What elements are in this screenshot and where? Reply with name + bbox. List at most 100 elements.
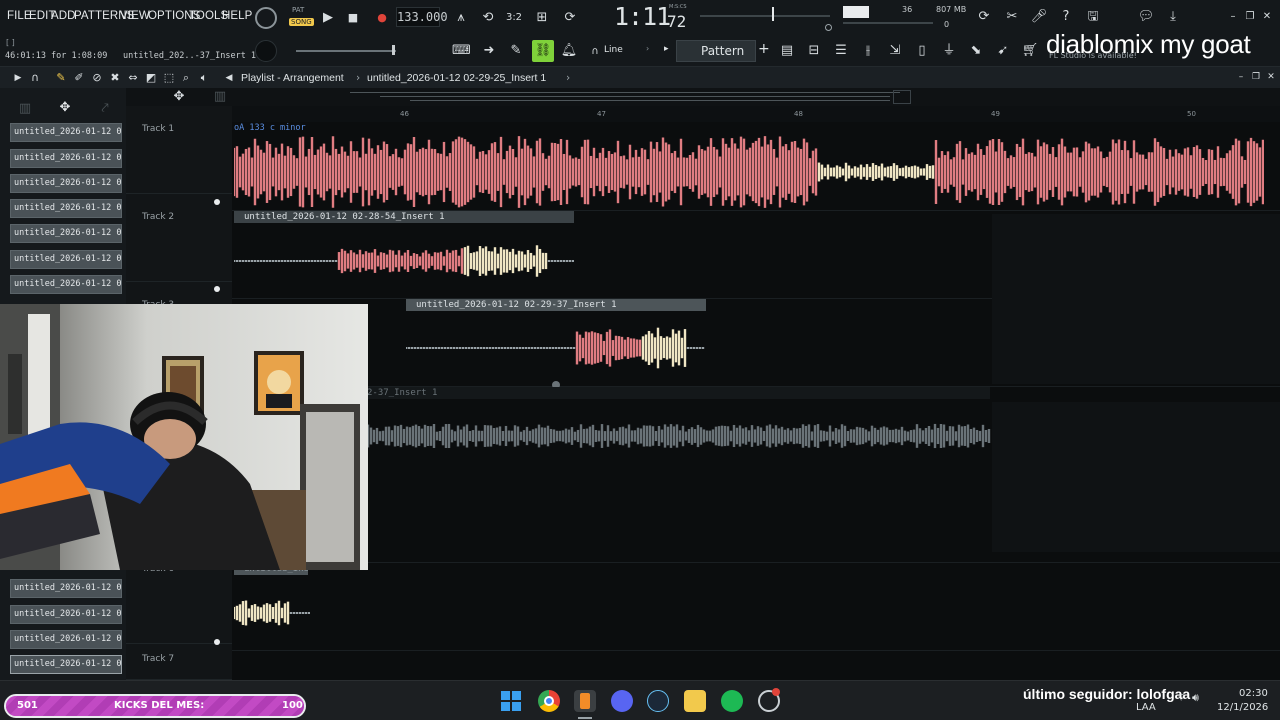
mixer-icon[interactable]: ⫲ (859, 42, 877, 60)
step-edit-icon[interactable]: ⊞ (533, 9, 551, 27)
clip-waveform-track4[interactable] (368, 404, 992, 468)
channel-rack-icon[interactable]: ☰ (832, 42, 850, 60)
help-icon[interactable]: ? (1057, 8, 1075, 26)
clip-title-bar[interactable]: untitled_2026-01-12 02-29-37_Insert 1 (406, 299, 706, 311)
playlist-lanes[interactable]: oA 133 c minor untitled_2026-01-12 02-28… (232, 122, 1280, 680)
spotify-icon[interactable] (721, 690, 743, 712)
tempo-display[interactable]: 133.000 (396, 7, 448, 27)
browser-item[interactable]: untitled_2026-01-12 02-... (10, 149, 122, 168)
delete-tool-icon[interactable]: ⊘ (88, 69, 106, 87)
download-icon[interactable]: ⤓ (1164, 8, 1182, 26)
snap-mode-label[interactable]: Line (604, 45, 623, 55)
pitch-knob[interactable] (825, 24, 832, 31)
stop-icon[interactable]: ■ (344, 9, 362, 27)
wait-for-input-icon[interactable]: ⟲ (479, 9, 497, 27)
clip-waveform-track1[interactable] (234, 134, 1264, 210)
pat-label[interactable]: PAT (292, 6, 304, 14)
playback-tool-icon[interactable]: 🔈︎ (195, 69, 213, 87)
magnet-icon[interactable]: ∩ (586, 43, 604, 61)
browser-item[interactable]: untitled_2026-01-12 02-... (10, 250, 122, 269)
master-volume-slider[interactable] (296, 50, 396, 52)
volume-icon[interactable]: 🔊︎ (1192, 691, 1199, 705)
metronome-icon[interactable]: ⩚ (452, 9, 470, 27)
browser-tab-3-icon[interactable]: ⤤ (96, 100, 114, 118)
menu-add[interactable]: ADD (51, 10, 76, 22)
tray-clock[interactable]: 02:30 (1239, 688, 1268, 699)
stepper-icon[interactable]: ✥ (170, 88, 188, 106)
song-mode-toggle[interactable]: SONG (289, 18, 314, 26)
slip-tool-icon[interactable]: ⇔ (124, 69, 142, 87)
select-tool-icon[interactable]: ⬚ (160, 69, 178, 87)
clip-waveform-track2[interactable] (234, 232, 574, 290)
steam-icon[interactable] (647, 690, 669, 712)
browser-item[interactable]: untitled_2026-01-12 02-... (10, 123, 122, 142)
project-icon[interactable]: ▯ (913, 42, 931, 60)
save-icon[interactable]: 🖫︎ (1084, 8, 1102, 26)
snap-dropdown-icon[interactable]: › (646, 44, 649, 53)
file-explorer-icon[interactable] (684, 690, 706, 712)
piano-roll-window-icon[interactable]: ⊟ (805, 42, 823, 60)
track-header[interactable]: Track 7 (126, 644, 232, 680)
clip-waveform-track3[interactable] (406, 314, 706, 382)
browser-item[interactable]: untitled_2026-01-12 02-... (10, 224, 122, 243)
browser-item[interactable]: untitled_2026-01-12 02-... (10, 605, 122, 624)
browser-icon[interactable]: ⇲ (886, 42, 904, 60)
browser-item[interactable]: untitled_2026-01-12 02-... (10, 655, 122, 674)
play-icon[interactable]: ▶ (319, 9, 337, 27)
browser-item[interactable]: untitled_2026-01-12 02-... (10, 199, 122, 218)
menu-view[interactable]: VIEW (120, 10, 150, 22)
add-pattern-icon[interactable]: + (758, 41, 770, 57)
clip-title-bar[interactable]: 2-37_Insert 1 (357, 387, 990, 399)
pattern-prev-icon[interactable]: ▸ (664, 44, 669, 54)
master-volume-knob[interactable] (255, 7, 277, 29)
menu-file[interactable]: FILE (7, 10, 32, 22)
browser-item[interactable]: untitled_2026-01-12 02-... (10, 275, 122, 294)
plugin-icon[interactable]: ✂ (1003, 8, 1021, 26)
track-header[interactable]: Track 1 (126, 106, 232, 205)
wifi-icon[interactable]: ⌔ (1176, 691, 1186, 705)
tray-date[interactable]: 12/1/2026 (1217, 702, 1268, 713)
paint-tool-icon[interactable]: ✐ (70, 69, 88, 87)
timeline-ruler[interactable]: 46 47 48 49 50 (232, 106, 1280, 122)
touch-controller-icon[interactable]: ⬊ (967, 42, 985, 60)
pattern-selector[interactable]: Pattern 1 (676, 40, 756, 78)
playlist-close-icon[interactable]: ✕ (1262, 68, 1280, 86)
windows-start-icon[interactable] (500, 690, 522, 712)
song-position-slider[interactable] (700, 15, 830, 17)
snap-magnet-icon[interactable]: ∩ (26, 69, 44, 87)
track-header[interactable]: Track 2 (126, 194, 232, 292)
discord-icon[interactable] (611, 690, 633, 712)
channel-icon[interactable]: ▥ (211, 88, 229, 106)
menu-help[interactable]: HELP (222, 10, 252, 22)
zoom-tool-icon[interactable]: ⌕ (177, 69, 195, 87)
slice-tool-icon[interactable]: ◩ (142, 69, 160, 87)
shop-icon[interactable]: 🛒︎ (1021, 42, 1039, 60)
tempo-tapper-icon[interactable]: ➹ (994, 42, 1012, 60)
countdown-icon[interactable]: 3:2 (505, 9, 523, 27)
chrome-icon[interactable] (538, 690, 560, 712)
tempo-marker[interactable]: oA 133 c minor (234, 123, 306, 133)
browser-tab-icon[interactable]: ▥ (16, 100, 34, 118)
browser-item[interactable]: untitled_2026-01-12 02-... (10, 630, 122, 649)
piano-roll-icon[interactable]: ⌨︎ (452, 42, 471, 60)
language-indicator[interactable]: LAA (1136, 702, 1156, 713)
playlist-menu-arrow-icon[interactable]: ▶ (9, 69, 27, 87)
browser-item[interactable]: untitled_2026-01-12 02-... (10, 174, 122, 193)
playlist-overview[interactable] (0, 88, 1280, 106)
song-position-handle[interactable] (772, 7, 774, 21)
master-volume-handle[interactable] (392, 45, 395, 55)
arrow-right-icon[interactable]: ➜ (480, 42, 498, 60)
loop-record-icon[interactable]: ⟳ (561, 9, 579, 27)
main-pitch-knob[interactable] (255, 40, 277, 62)
plugin-picker-icon[interactable]: ⏚ (940, 42, 958, 60)
mic-icon[interactable]: 🎤︎ (1030, 8, 1048, 26)
minimize-icon[interactable]: – (1224, 8, 1242, 26)
browser-item[interactable]: untitled_2026-01-12 02-... (10, 579, 122, 598)
song-time[interactable]: 1:11 (614, 2, 671, 31)
draw-tool-icon[interactable]: ✎ (52, 69, 70, 87)
playlist-prev-icon[interactable]: ◀ (220, 69, 238, 87)
playlist-icon[interactable]: ▤ (778, 42, 796, 60)
undo-history-icon[interactable]: ⟳ (975, 8, 993, 26)
pen-icon[interactable]: ✎ (507, 42, 525, 60)
fl-studio-icon[interactable] (574, 690, 596, 712)
